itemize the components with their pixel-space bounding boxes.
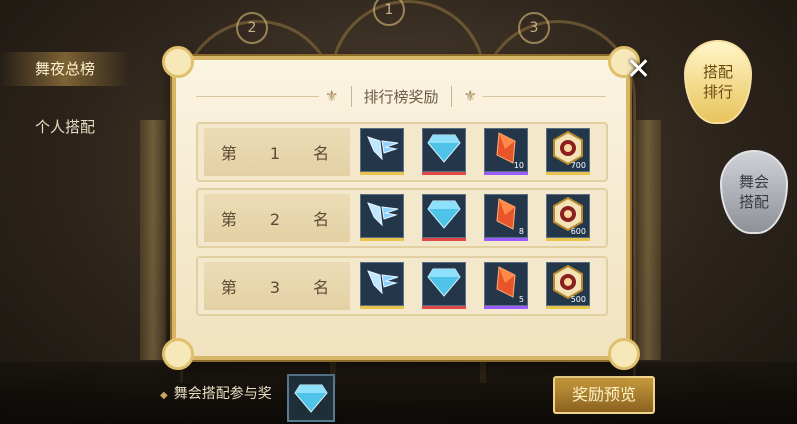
dialog-title: 排行榜奖励 [350,85,452,107]
corner-ornament [608,338,640,370]
bg-pillar-left [140,120,166,360]
rank-label: 第 3 名 [204,262,350,310]
tab-personal-outfit[interactable]: 个人搭配 [0,110,130,144]
item-quantity: 10 [513,161,524,170]
reward-item[interactable] [422,128,466,175]
fleur-icon: ⚜ [325,87,339,105]
close-icon[interactable]: ✕ [626,52,651,87]
dialog-title-bar: ⚜ 排行榜奖励 ⚜ [190,76,612,116]
reward-item[interactable]: 8 [484,194,528,241]
diamond-icon [426,133,462,167]
item-quantity: 5 [518,295,524,304]
rank-marker-2: 2 [236,12,268,44]
red-crystal-icon [491,197,521,235]
rarity-bar [360,172,404,175]
red-crystal-icon [491,265,521,303]
diamond-icon [426,199,462,233]
rarity-bar [484,172,528,175]
reward-item[interactable] [422,194,466,241]
participation-reward: ◆ 舞会搭配参与奖 [160,383,272,403]
rarity-bar [422,172,466,175]
item-quantity: 600 [570,227,586,236]
rarity-bar [484,238,528,241]
ball-outfit-button[interactable]: 舞会搭配 [720,150,788,234]
reward-item[interactable]: 600 [546,194,590,241]
rarity-bar [422,306,466,309]
reward-row: 第 1 名 10 700 [196,122,608,182]
reward-item[interactable]: 700 [546,128,590,175]
fleur-icon: ⚜ [463,87,477,105]
title-divider [196,95,320,97]
diamond-icon [426,267,462,301]
item-quantity: 700 [570,161,586,170]
corner-ornament [162,338,194,370]
rank-label: 第 1 名 [204,128,350,176]
reward-item[interactable] [360,262,404,309]
diamond-icon [294,384,328,413]
reward-preview-button[interactable]: 奖励预览 [553,376,655,414]
rarity-bar [422,238,466,241]
participation-reward-item[interactable] [287,374,335,422]
ranking-reward-dialog: ⚜ 排行榜奖励 ⚜ 第 1 名 10 700 第 2 名 8 600 第 3 名 5 500 [162,46,640,370]
reward-row: 第 2 名 8 600 [196,188,608,248]
outfit-ranking-label: 搭配排行 [702,63,733,101]
reward-item[interactable] [360,128,404,175]
participation-label: 舞会搭配参与奖 [173,386,272,402]
rarity-bar [546,172,590,175]
bottom-bar [0,362,797,424]
wing-icon [364,133,400,167]
reward-item[interactable] [422,262,466,309]
rarity-bar [546,238,590,241]
wing-icon [364,267,400,301]
title-divider [482,95,607,97]
outfit-ranking-button[interactable]: 搭配排行 [684,40,752,124]
rarity-bar [546,306,590,309]
ball-outfit-label: 舞会搭配 [738,173,769,211]
reward-item[interactable]: 10 [484,128,528,175]
tab-dance-night-overall[interactable]: 舞夜总榜 [0,52,130,86]
reward-item[interactable]: 500 [546,262,590,309]
diamond-bullet-icon: ◆ [160,390,168,401]
wing-icon [364,199,400,233]
reward-row: 第 3 名 5 500 [196,256,608,316]
rarity-bar [360,306,404,309]
item-quantity: 500 [570,295,586,304]
rank-marker-3: 3 [518,12,550,44]
rarity-bar [484,306,528,309]
reward-item[interactable]: 5 [484,262,528,309]
reward-item[interactable] [360,194,404,241]
corner-ornament [162,46,194,78]
rank-label: 第 2 名 [204,194,350,242]
bg-pillar-right [635,120,661,360]
item-quantity: 8 [518,227,524,236]
rarity-bar [360,238,404,241]
